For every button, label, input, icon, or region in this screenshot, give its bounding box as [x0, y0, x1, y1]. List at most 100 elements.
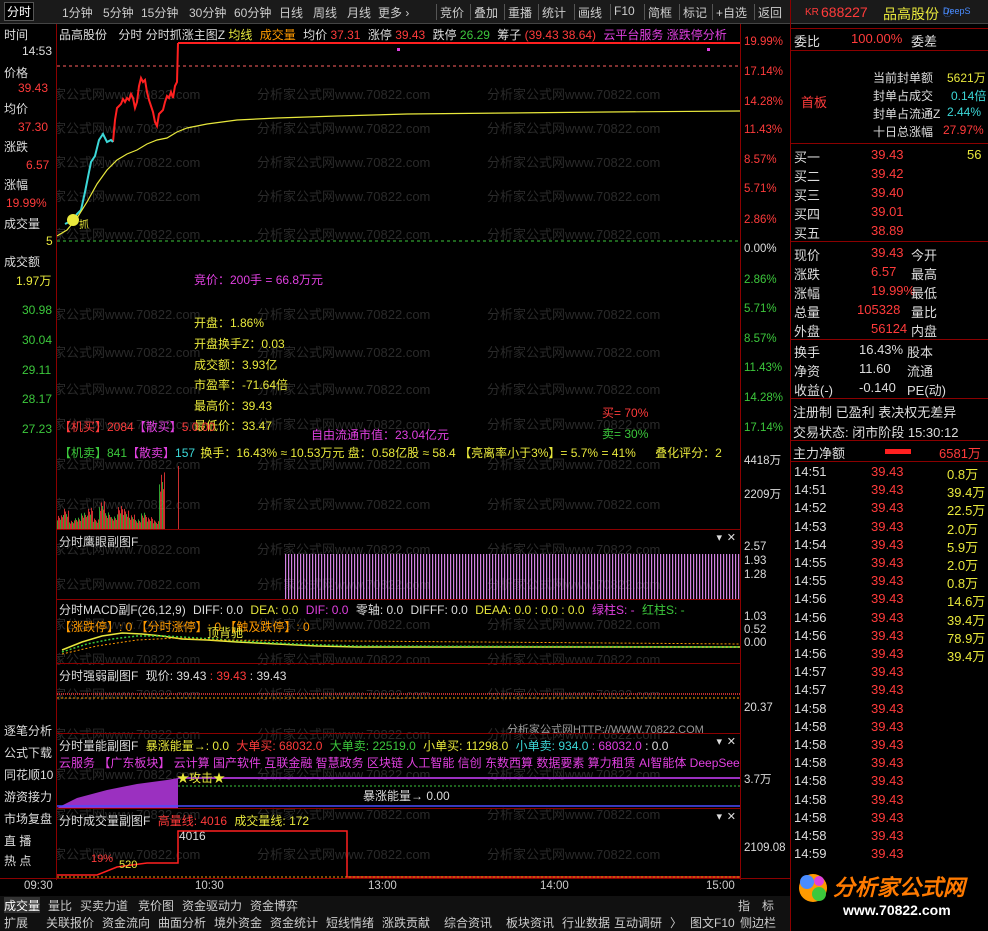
- vol-value: 5: [46, 234, 53, 248]
- seal-vol-value: 0.14倍: [951, 89, 987, 103]
- side-link[interactable]: 同花顺10: [4, 766, 53, 783]
- side-link[interactable]: 直 播: [4, 832, 31, 849]
- volume-bar: [102, 506, 103, 530]
- period-tab[interactable]: 1分钟: [62, 4, 93, 21]
- volume-bar: [114, 516, 115, 530]
- toolbar-button[interactable]: 重播: [508, 4, 532, 21]
- toolbar-button[interactable]: 返回: [758, 4, 782, 21]
- indicator-tab[interactable]: 资金博弈: [250, 897, 298, 914]
- period-tab[interactable]: 60分钟: [234, 4, 271, 21]
- extension-tab[interactable]: 综合资讯: [444, 914, 492, 931]
- eagle-bar: [291, 554, 293, 600]
- tick-volume: 2.0万: [947, 521, 979, 537]
- extension-tab[interactable]: 〉: [670, 914, 682, 931]
- intraday-chart[interactable]: 分析家公式网www.70822.com分析家公式网www.70822.com分析…: [57, 24, 740, 880]
- indicator-tab[interactable]: 量比: [48, 897, 72, 914]
- toolbar-button[interactable]: F10: [614, 4, 635, 18]
- volume-high: 高量线: 4016: [157, 814, 228, 828]
- extension-tab[interactable]: 图文F10: [690, 914, 735, 931]
- time-tick: 15:00: [706, 880, 735, 892]
- period-tab[interactable]: 30分钟: [189, 4, 226, 21]
- extension-tab[interactable]: 关联报价: [46, 914, 94, 931]
- eagle-bar: [375, 554, 377, 600]
- tick-price: 39.43: [871, 773, 904, 789]
- extension-tab[interactable]: 资金统计: [270, 914, 318, 931]
- side-link[interactable]: 游资接力: [4, 788, 52, 805]
- seal-float-row: 封单占流通Z 2.44%: [791, 104, 988, 122]
- indicator-tab[interactable]: 买卖力道: [80, 897, 128, 914]
- quote-value: 105328: [857, 302, 901, 317]
- weibi-label: 委比: [794, 34, 821, 49]
- main-flow-value: 6581万: [939, 446, 981, 461]
- toolbar-button[interactable]: 竞价: [440, 4, 464, 21]
- close-icon[interactable]: ✕: [727, 735, 736, 748]
- eagle-bar: [591, 554, 593, 600]
- toolbar-button[interactable]: +自选: [716, 4, 747, 21]
- indicator-button[interactable]: 标: [762, 897, 774, 914]
- extension-tab[interactable]: 短线情绪: [326, 914, 374, 931]
- eagle-tick: 2.57: [744, 541, 767, 553]
- extension-tab[interactable]: 互动调研: [614, 914, 662, 931]
- energy-burst: 暴涨能量→: 0.0: [145, 739, 230, 753]
- collapse-icon[interactable]: ▾: [716, 531, 722, 544]
- volume-tick: 2209万: [744, 489, 782, 501]
- price-line-open: [64, 132, 114, 225]
- indicator-tab[interactable]: 成交量: [4, 897, 41, 914]
- volume-bar: [66, 514, 67, 530]
- eagle-bar: [408, 554, 410, 600]
- eagle-bar: [603, 554, 605, 600]
- indicator-tab[interactable]: 竞价图: [138, 897, 174, 914]
- volume-bar: [142, 515, 143, 530]
- price-tick: 30.98: [22, 303, 53, 317]
- extension-tab[interactable]: 行业数据: [562, 914, 610, 931]
- eagle-bar: [582, 554, 584, 600]
- volume-bar: [164, 472, 165, 530]
- extension-tab[interactable]: 侧边栏: [740, 914, 776, 931]
- extension-tab[interactable]: 境外资金: [214, 914, 262, 931]
- tick-list[interactable]: 14:51 39.43 0.8万 14:51 39.43 39.4万 14:52 39.43 2…: [791, 463, 988, 879]
- energy-big-sell: 大单卖: 22519.0: [329, 739, 416, 753]
- extension-tab[interactable]: 曲面分析: [158, 914, 206, 931]
- stat-right-label: 股本: [907, 345, 934, 360]
- toolbar-button[interactable]: 画线: [578, 4, 602, 21]
- period-tab[interactable]: 月线: [347, 4, 371, 21]
- collapse-icon[interactable]: ▾: [716, 735, 722, 748]
- time-axis: 09:30 10:30 13:00 14:00 15:00: [0, 878, 790, 896]
- quote-label: 涨跌: [794, 267, 821, 282]
- period-tab[interactable]: 更多 ›: [378, 4, 409, 21]
- legend-vol: 成交量: [259, 28, 296, 42]
- toolbar-button[interactable]: 标记: [683, 4, 707, 21]
- period-tab[interactable]: 日线: [279, 4, 303, 21]
- collapse-icon[interactable]: ▾: [716, 810, 722, 823]
- stat-value: 16.43%: [859, 342, 904, 357]
- period-tab[interactable]: 5分钟: [103, 4, 134, 21]
- tick-time: 14:58: [794, 755, 827, 771]
- volume-bar: [92, 510, 93, 530]
- period-tab[interactable]: 分时: [4, 2, 35, 21]
- side-link[interactable]: 逐笔分析: [4, 722, 52, 739]
- eagle-bar: [675, 554, 677, 600]
- eagle-bar: [519, 554, 521, 600]
- close-icon[interactable]: ✕: [727, 810, 736, 823]
- toolbar-button[interactable]: 叠加: [474, 4, 498, 21]
- macd-tick: 1.03: [744, 611, 767, 623]
- toolbar-button[interactable]: 统计: [542, 4, 566, 21]
- eagle-bar: [297, 554, 299, 600]
- side-link[interactable]: 市场复盘: [4, 810, 52, 827]
- period-tab[interactable]: 15分钟: [141, 4, 178, 21]
- extension-tab[interactable]: 扩展: [4, 914, 28, 931]
- side-link[interactable]: 公式下载: [4, 744, 52, 761]
- eagle-bar: [462, 554, 464, 600]
- bid-label: 买三: [794, 188, 821, 203]
- eagle-bar: [657, 554, 659, 600]
- extension-tab[interactable]: 板块资讯: [506, 914, 554, 931]
- ten-day-label: 十日总涨幅: [873, 125, 934, 139]
- indicator-tab[interactable]: 资金驱动力: [182, 897, 242, 914]
- extension-tab[interactable]: 资金流向: [102, 914, 150, 931]
- close-icon[interactable]: ✕: [727, 531, 736, 544]
- period-tab[interactable]: 周线: [313, 4, 337, 21]
- toolbar-button[interactable]: 简框: [648, 4, 672, 21]
- indicator-button[interactable]: 指: [738, 897, 750, 914]
- extension-tab[interactable]: 涨跌贡献: [382, 914, 430, 931]
- side-link[interactable]: 热 点: [4, 852, 31, 869]
